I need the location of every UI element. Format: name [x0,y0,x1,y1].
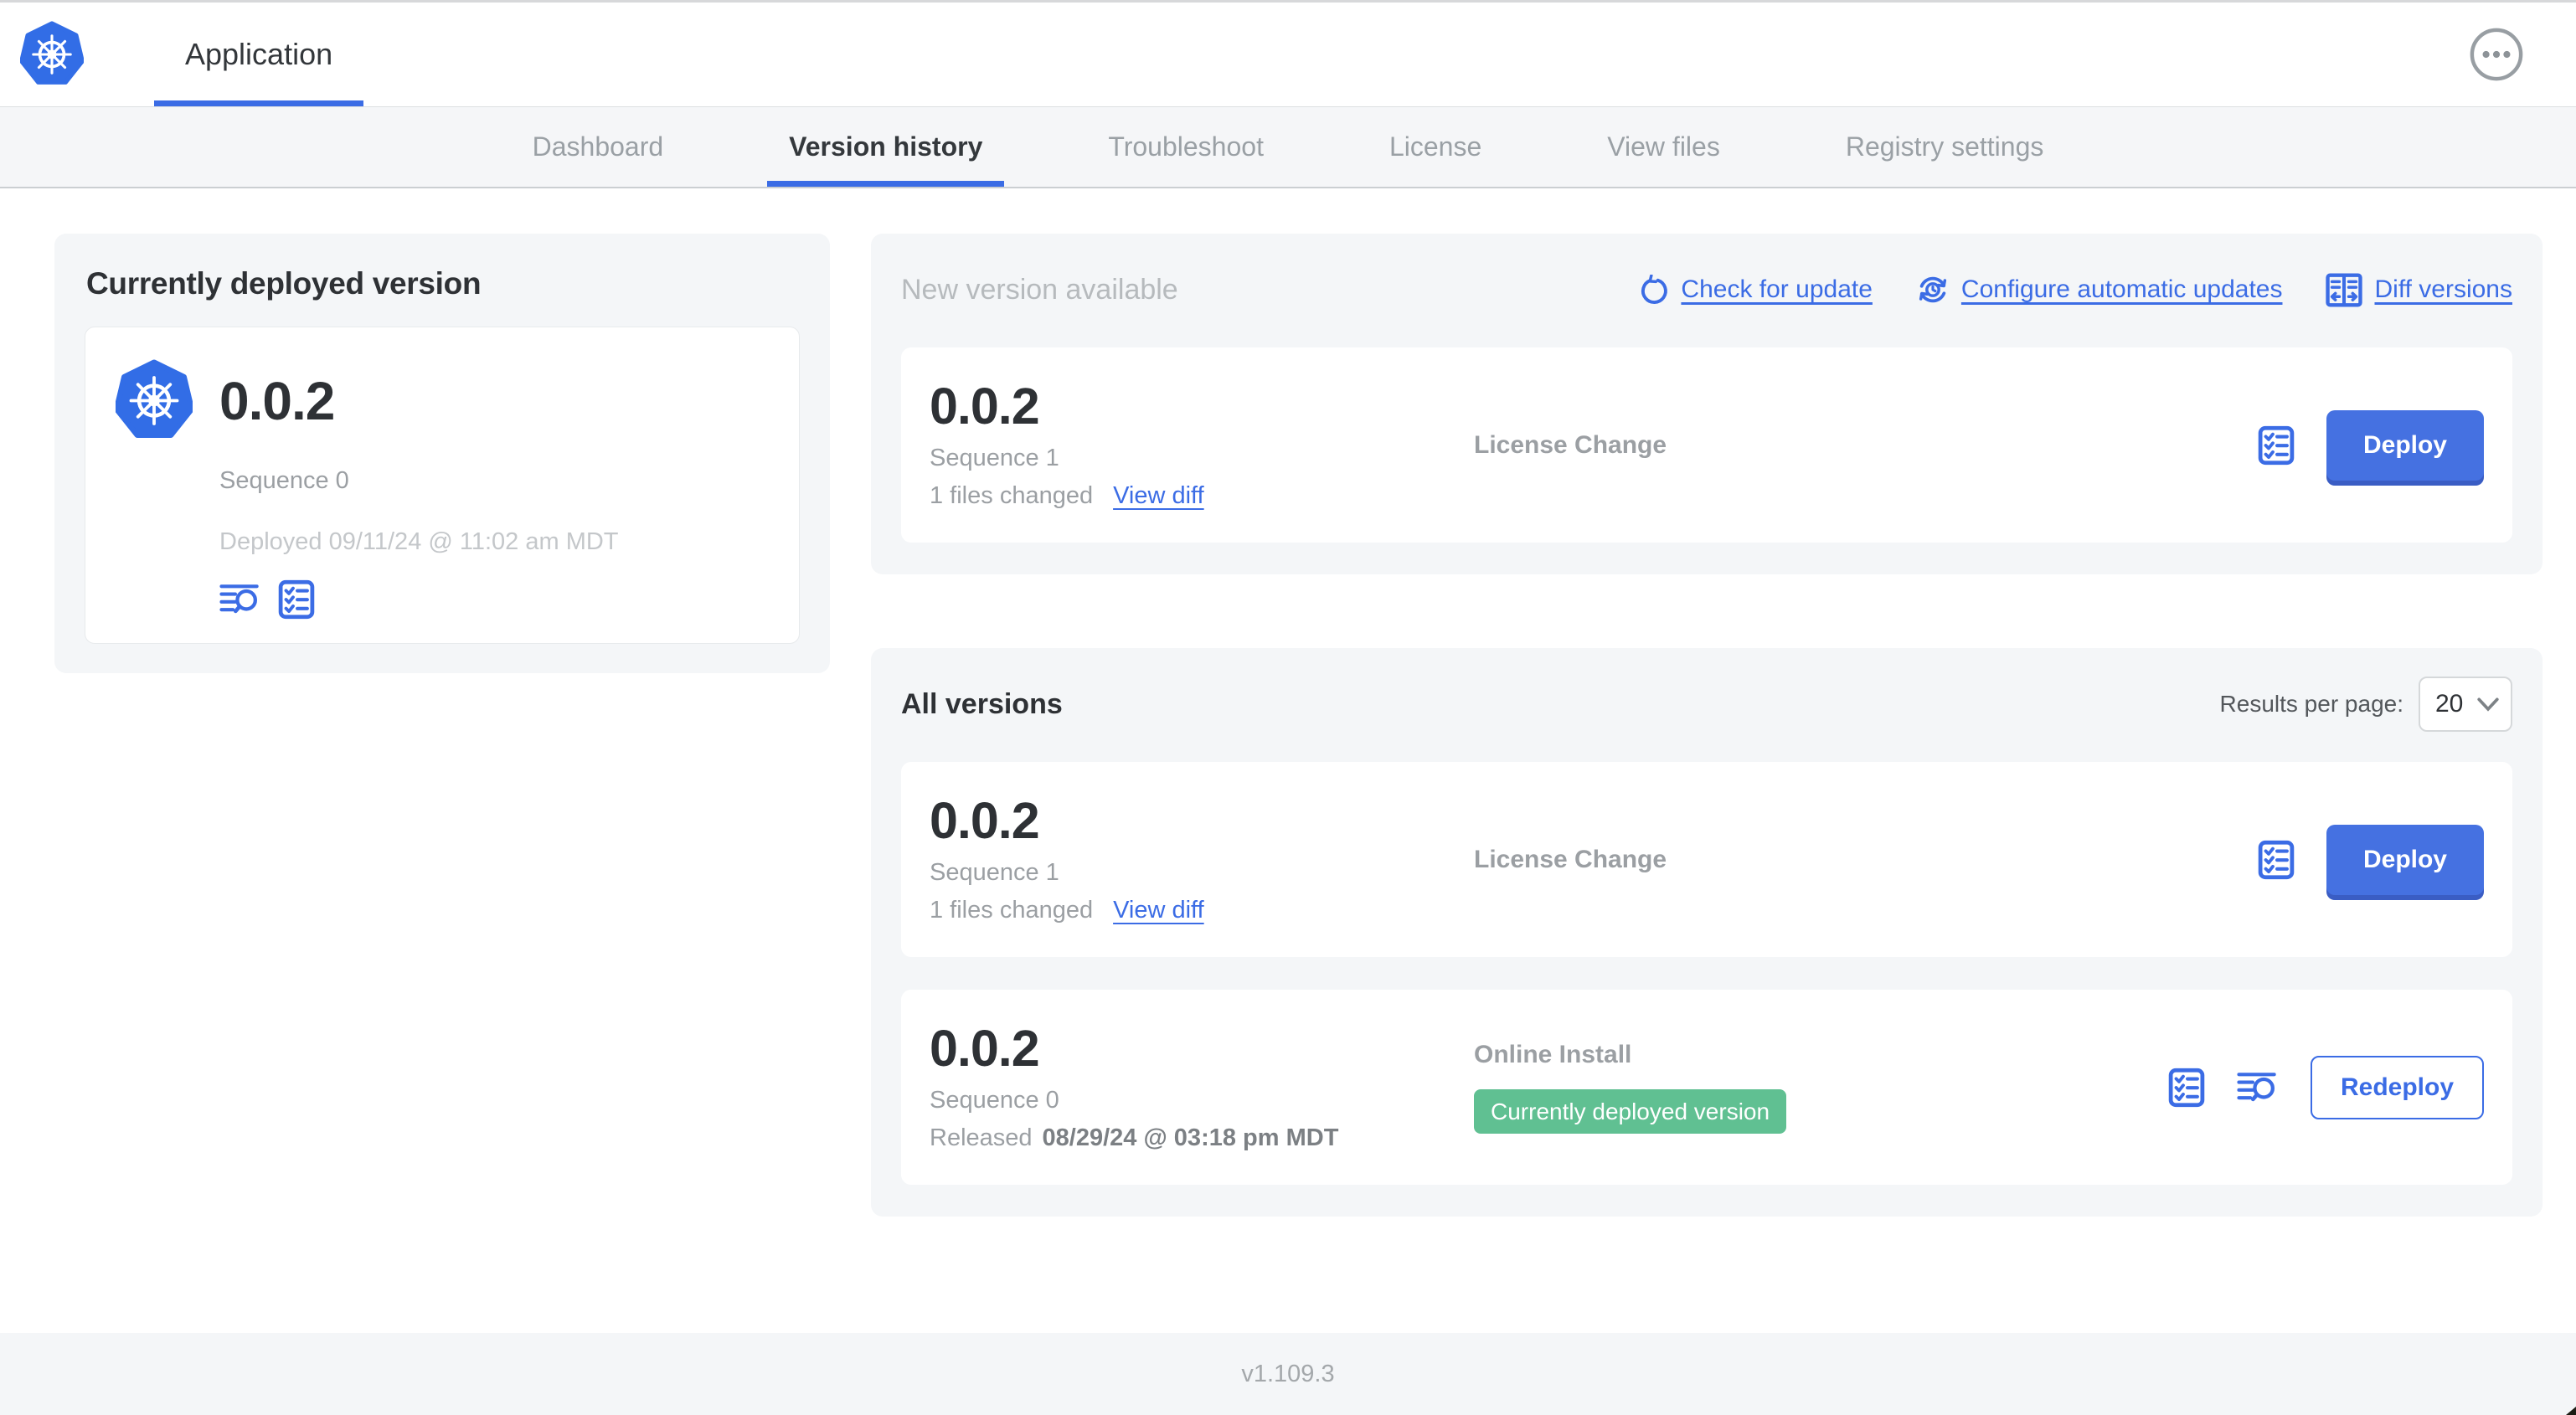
new-version-row: 0.0.2 Sequence 1 1 files changed View di… [901,347,2512,543]
current-version-label: 0.0.2 [219,370,335,431]
kubernetes-app-icon [116,359,193,442]
more-options-button[interactable] [2469,27,2524,82]
currently-deployed-badge: Currently deployed version [1474,1089,1787,1134]
sequence-label: Sequence 1 [930,859,1059,887]
preflight-checks-button[interactable] [2258,425,2295,466]
version-label: 0.0.2 [930,1019,1040,1077]
auto-update-clock-icon [1916,273,1950,306]
preflight-checks-button[interactable] [2168,1068,2205,1108]
version-label: 0.0.2 [930,791,1040,849]
version-source-label: License Change [1474,845,1667,873]
app-tab-active-underline [154,100,364,106]
version-source-label: License Change [1474,430,1667,459]
results-per-page-label: Results per page: [2219,691,2403,717]
tab-version-history[interactable]: Version history [767,107,1005,187]
tab-license[interactable]: License [1368,107,1503,187]
files-changed-label: 1 files changed [930,897,1094,924]
preflight-checklist-icon [278,579,315,620]
version-label: 0.0.2 [930,377,1040,435]
redeploy-button[interactable]: Redeploy [2310,1055,2484,1119]
version-row: 0.0.2 Sequence 0 Released 08/29/24 @ 03:1… [901,990,2512,1185]
released-label: Released [930,1124,1033,1152]
configure-automatic-updates-link[interactable]: Configure automatic updates [1916,273,2282,306]
diff-icon [2326,273,2362,307]
check-update-refresh-icon [1639,275,1669,305]
new-version-panel: New version available Check for update C… [871,234,2543,574]
diff-versions-link[interactable]: Diff versions [2326,273,2512,307]
currently-deployed-title: Currently deployed version [86,266,482,301]
sequence-label: Sequence 0 [930,1087,1059,1114]
released-timestamp: 08/29/24 @ 03:18 pm MDT [1042,1124,1339,1152]
view-logs-button[interactable] [2237,1071,2279,1104]
main-content: Currently deployed version 0.0.2 Sequenc… [54,234,2543,1217]
kubernetes-logo-icon [20,21,84,88]
current-sequence-label: Sequence 0 [219,467,349,494]
cursor-artifact [2566,1407,2576,1415]
current-deployed-timestamp: Deployed 09/11/24 @ 11:02 am MDT [219,528,619,555]
all-versions-panel: All versions Results per page: 20 0.0.2 … [871,648,2543,1217]
tab-registry-settings[interactable]: Registry settings [1824,107,2066,187]
results-per-page-value: 20 [2435,690,2464,718]
chevron-down-icon [2477,697,2499,712]
preflight-checklist-icon [2168,1068,2205,1108]
deploy-button[interactable]: Deploy [2326,824,2484,895]
view-diff-link[interactable]: View diff [1113,897,1204,924]
all-versions-title: All versions [901,687,1063,720]
tab-troubleshoot[interactable]: Troubleshoot [1086,107,1285,187]
version-source-label: Online Install [1474,1041,1632,1068]
version-row: 0.0.2 Sequence 1 1 files changed View di… [901,762,2512,957]
footer: v1.109.3 [0,1333,2576,1415]
right-column: New version available Check for update C… [871,234,2543,1217]
deploy-button[interactable]: Deploy [2326,409,2484,481]
preflight-checks-button[interactable] [2258,840,2295,880]
currently-deployed-panel: Currently deployed version 0.0.2 Sequenc… [54,234,830,673]
app-title: Application [185,37,333,71]
app-header: Application [0,3,2576,106]
page-tabs: Dashboard Version history Troubleshoot L… [0,106,2576,188]
tab-view-files[interactable]: View files [1585,107,1742,187]
logs-icon [219,583,261,616]
view-logs-button[interactable] [219,583,261,616]
ellipsis-icon [2469,27,2524,82]
preflight-checklist-icon [2258,840,2295,880]
sequence-label: Sequence 1 [930,445,1059,472]
app-window: Application Dashboard Version history Tr… [0,0,2576,1415]
tab-dashboard[interactable]: Dashboard [511,107,686,187]
logs-icon [2237,1071,2279,1104]
view-diff-link[interactable]: View diff [1113,482,1204,510]
preflight-checks-button[interactable] [278,579,315,620]
app-tab[interactable]: Application [154,3,364,106]
results-per-page-select[interactable]: 20 [2419,677,2512,732]
new-version-title: New version available [901,273,1178,306]
check-for-update-link[interactable]: Check for update [1639,275,1873,305]
files-changed-label: 1 files changed [930,482,1094,510]
preflight-checklist-icon [2258,425,2295,466]
currently-deployed-card: 0.0.2 Sequence 0 Deployed 09/11/24 @ 11:… [85,327,800,644]
console-version-label: v1.109.3 [1241,1360,1335,1387]
